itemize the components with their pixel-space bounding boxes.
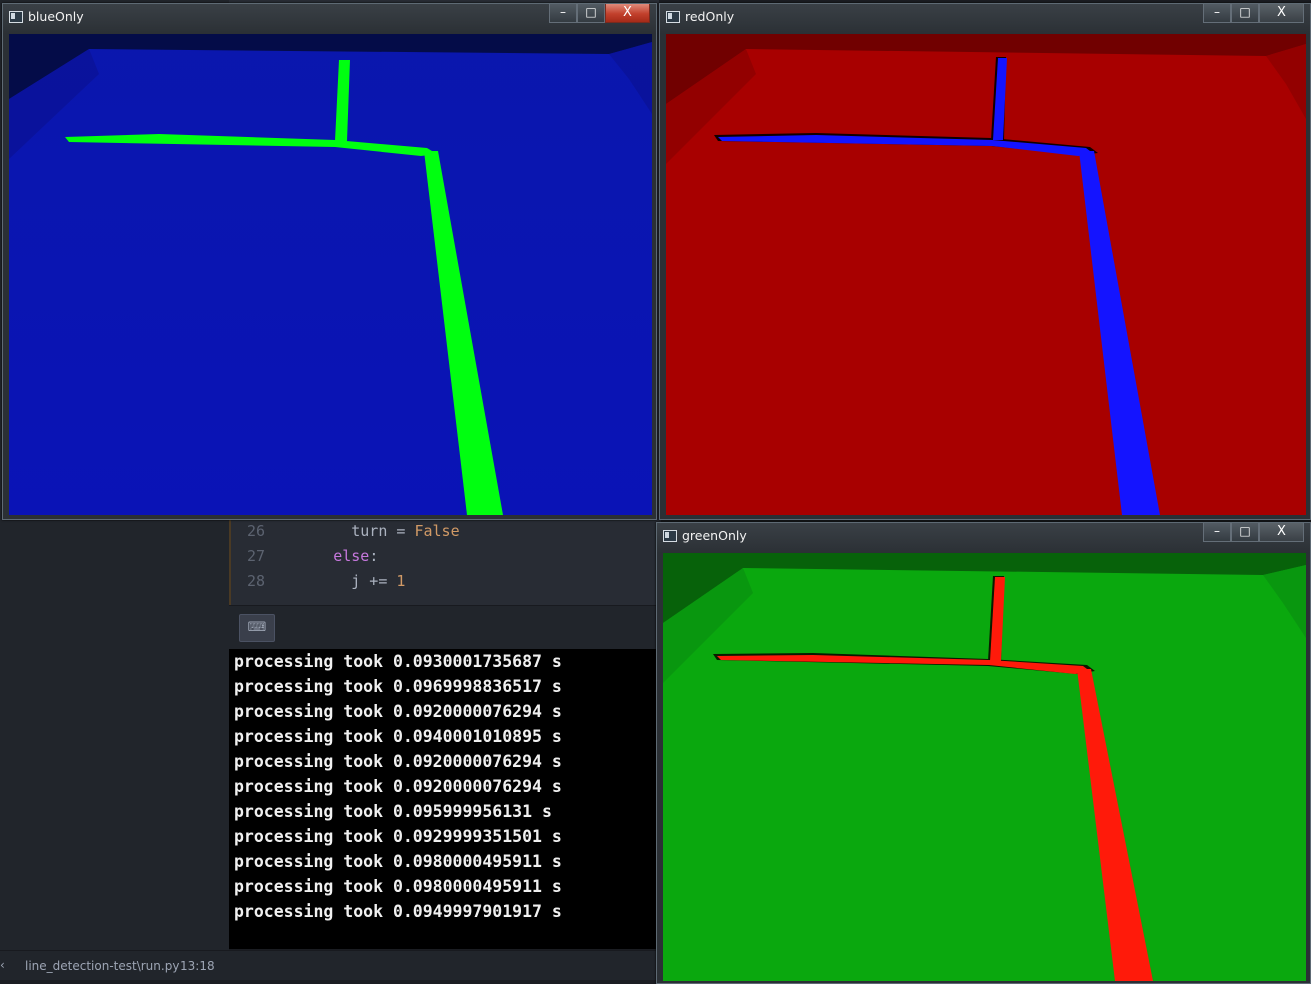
image-background xyxy=(663,553,1306,981)
close-button[interactable]: X xyxy=(605,4,650,23)
maximize-button[interactable]: □ xyxy=(577,4,605,23)
terminal-line: processing took 0.0920000076294 s xyxy=(234,702,562,721)
code-token: = xyxy=(387,522,415,540)
minimize-button[interactable]: – xyxy=(549,4,577,23)
keyboard-icon[interactable]: ⌨ xyxy=(239,614,275,642)
terminal-line: processing took 0.0949997901917 s xyxy=(234,902,562,921)
terminal-line: processing took 0.095999956131 s xyxy=(234,802,552,821)
line-number: 28 xyxy=(246,572,265,590)
window-app-icon xyxy=(666,11,680,23)
maximize-button[interactable]: □ xyxy=(1231,4,1259,23)
terminal-line: processing took 0.0940001010895 s xyxy=(234,727,562,746)
window-blue-only[interactable]: blueOnly – □ X xyxy=(2,3,657,520)
image-canvas xyxy=(663,553,1306,981)
terminal-line: processing took 0.0969998836517 s xyxy=(234,677,562,696)
minimize-button[interactable]: – xyxy=(1203,523,1231,542)
status-bar: ‹ line_detection-test\run.py 13:18 xyxy=(0,950,660,980)
code-line[interactable]: 27 else: xyxy=(231,544,378,569)
status-chevron-icon[interactable]: ‹ xyxy=(0,958,5,972)
terminal-line: processing took 0.0980000495911 s xyxy=(234,877,562,896)
status-cursor-position[interactable]: 13:18 xyxy=(180,959,215,973)
status-file-path[interactable]: line_detection-test\run.py xyxy=(25,959,179,973)
terminal-line: processing took 0.0930001735687 s xyxy=(234,652,562,671)
code-token: : xyxy=(369,547,379,565)
image-canvas xyxy=(9,34,652,515)
code-line[interactable]: 28 j += 1 xyxy=(231,569,406,594)
window-titlebar[interactable]: redOnly – □ X xyxy=(660,4,1310,30)
terminal-line: processing took 0.0920000076294 s xyxy=(234,752,562,771)
terminal-toolbar: ⌨ xyxy=(229,605,659,650)
window-app-icon xyxy=(9,11,23,23)
code-token: 1 xyxy=(396,572,406,590)
window-green-only[interactable]: greenOnly – □ X xyxy=(656,522,1311,984)
window-title: redOnly xyxy=(685,9,735,24)
code-editor[interactable]: 26 turn = False 27 else: 28 j += 1 xyxy=(229,519,661,605)
window-titlebar[interactable]: greenOnly – □ X xyxy=(657,523,1310,549)
code-token: turn xyxy=(351,522,388,540)
line-number: 26 xyxy=(246,522,265,540)
code-token: j xyxy=(351,572,361,590)
code-token: else xyxy=(333,547,370,565)
close-button[interactable]: X xyxy=(1259,523,1304,542)
window-red-only[interactable]: redOnly – □ X xyxy=(659,3,1311,520)
code-token: False xyxy=(414,522,460,540)
code-token: += xyxy=(360,572,397,590)
close-button[interactable]: X xyxy=(1259,4,1304,23)
image-canvas xyxy=(666,34,1306,515)
terminal-output[interactable]: processing took 0.0930001735687 s process… xyxy=(229,649,659,949)
window-app-icon xyxy=(663,530,677,542)
image-background xyxy=(666,34,1306,515)
terminal-line: processing took 0.0980000495911 s xyxy=(234,852,562,871)
maximize-button[interactable]: □ xyxy=(1231,523,1259,542)
line-number: 27 xyxy=(246,547,265,565)
window-title: greenOnly xyxy=(682,528,747,543)
window-titlebar[interactable]: blueOnly – □ X xyxy=(3,4,656,30)
window-title: blueOnly xyxy=(28,9,84,24)
terminal-line: processing took 0.0920000076294 s xyxy=(234,777,562,796)
code-line[interactable]: 26 turn = False xyxy=(231,519,460,544)
terminal-line: processing took 0.0929999351501 s xyxy=(234,827,562,846)
minimize-button[interactable]: – xyxy=(1203,4,1231,23)
